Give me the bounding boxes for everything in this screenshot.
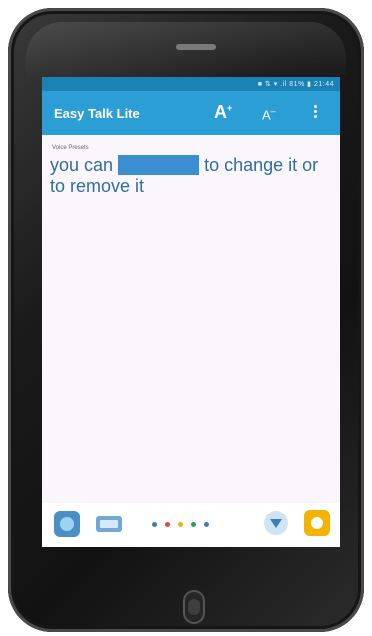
page-dot <box>204 522 209 527</box>
page-dot <box>191 522 196 527</box>
text-area[interactable]: Voice Presets you can select text to cha… <box>42 135 340 207</box>
page-dot <box>178 522 183 527</box>
speaker-grille <box>176 44 216 50</box>
globe-icon[interactable] <box>54 511 80 537</box>
font-increase-label: A <box>214 102 227 122</box>
font-decrease-sup: – <box>270 106 276 116</box>
phone-shine <box>26 22 346 82</box>
text-before: you can <box>50 155 119 175</box>
app-title: Easy Talk Lite <box>54 105 140 121</box>
status-indicators: ■ ⇅ ▾ .il 81% ▮ 21:44 <box>257 81 334 88</box>
app-screen: ■ ⇅ ▾ .il 81% ▮ 21:44 Easy Talk Lite A+ … <box>42 77 340 547</box>
page-dots <box>152 522 209 527</box>
status-bar: ■ ⇅ ▾ .il 81% ▮ 21:44 <box>42 77 340 91</box>
bottom-toolbar <box>42 503 340 547</box>
more-options-icon[interactable] <box>310 103 320 123</box>
font-size-increase-icon[interactable]: A+ <box>214 102 232 123</box>
page-dot <box>165 522 170 527</box>
font-size-decrease-icon[interactable]: A– <box>262 106 276 122</box>
font-increase-sup: + <box>227 103 233 113</box>
app-bar: Easy Talk Lite A+ A– <box>42 91 340 135</box>
download-icon[interactable] <box>264 511 288 535</box>
speech-text[interactable]: you can select text to change it or to r… <box>50 155 332 197</box>
contact-icon[interactable] <box>304 510 330 536</box>
font-decrease-label: A <box>262 107 271 123</box>
voice-preset-label: Voice Presets <box>52 145 89 151</box>
page-dot <box>152 522 157 527</box>
selected-text[interactable]: select text <box>118 155 200 175</box>
keyboard-icon[interactable] <box>96 516 122 532</box>
home-button[interactable] <box>183 590 205 624</box>
